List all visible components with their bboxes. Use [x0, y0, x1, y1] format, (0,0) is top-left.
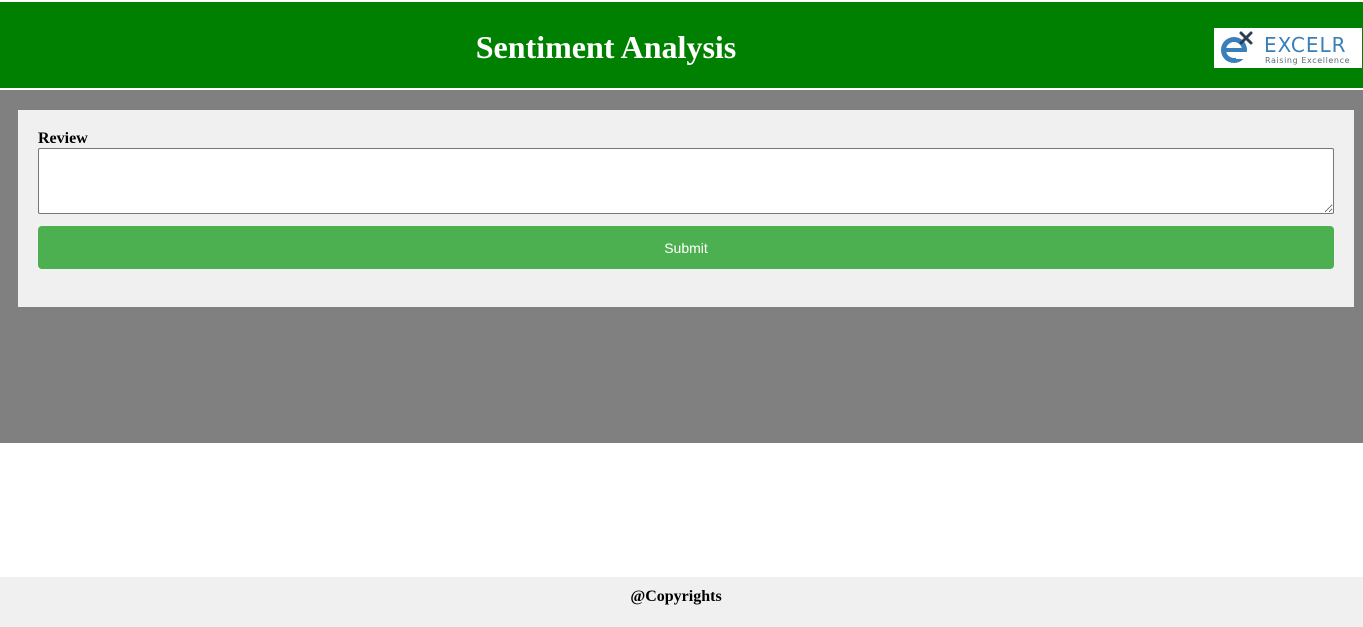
- copyright-text: @Copyrights: [630, 588, 722, 605]
- header-bar: Sentiment Analysis EXCELR Raising Excell…: [0, 2, 1363, 88]
- main-area: Review Submit: [0, 90, 1363, 443]
- review-form: Review Submit: [18, 110, 1354, 307]
- footer: @Copyrights: [0, 577, 1363, 627]
- logo-tagline: Raising Excellence: [1265, 56, 1351, 65]
- review-textarea[interactable]: [38, 148, 1334, 214]
- logo-wordmark: EXCELR: [1264, 33, 1347, 57]
- review-label: Review: [38, 130, 88, 147]
- excelr-logo: EXCELR Raising Excellence: [1214, 28, 1362, 68]
- page-title: Sentiment Analysis: [475, 29, 737, 65]
- submit-button[interactable]: Submit: [38, 226, 1334, 269]
